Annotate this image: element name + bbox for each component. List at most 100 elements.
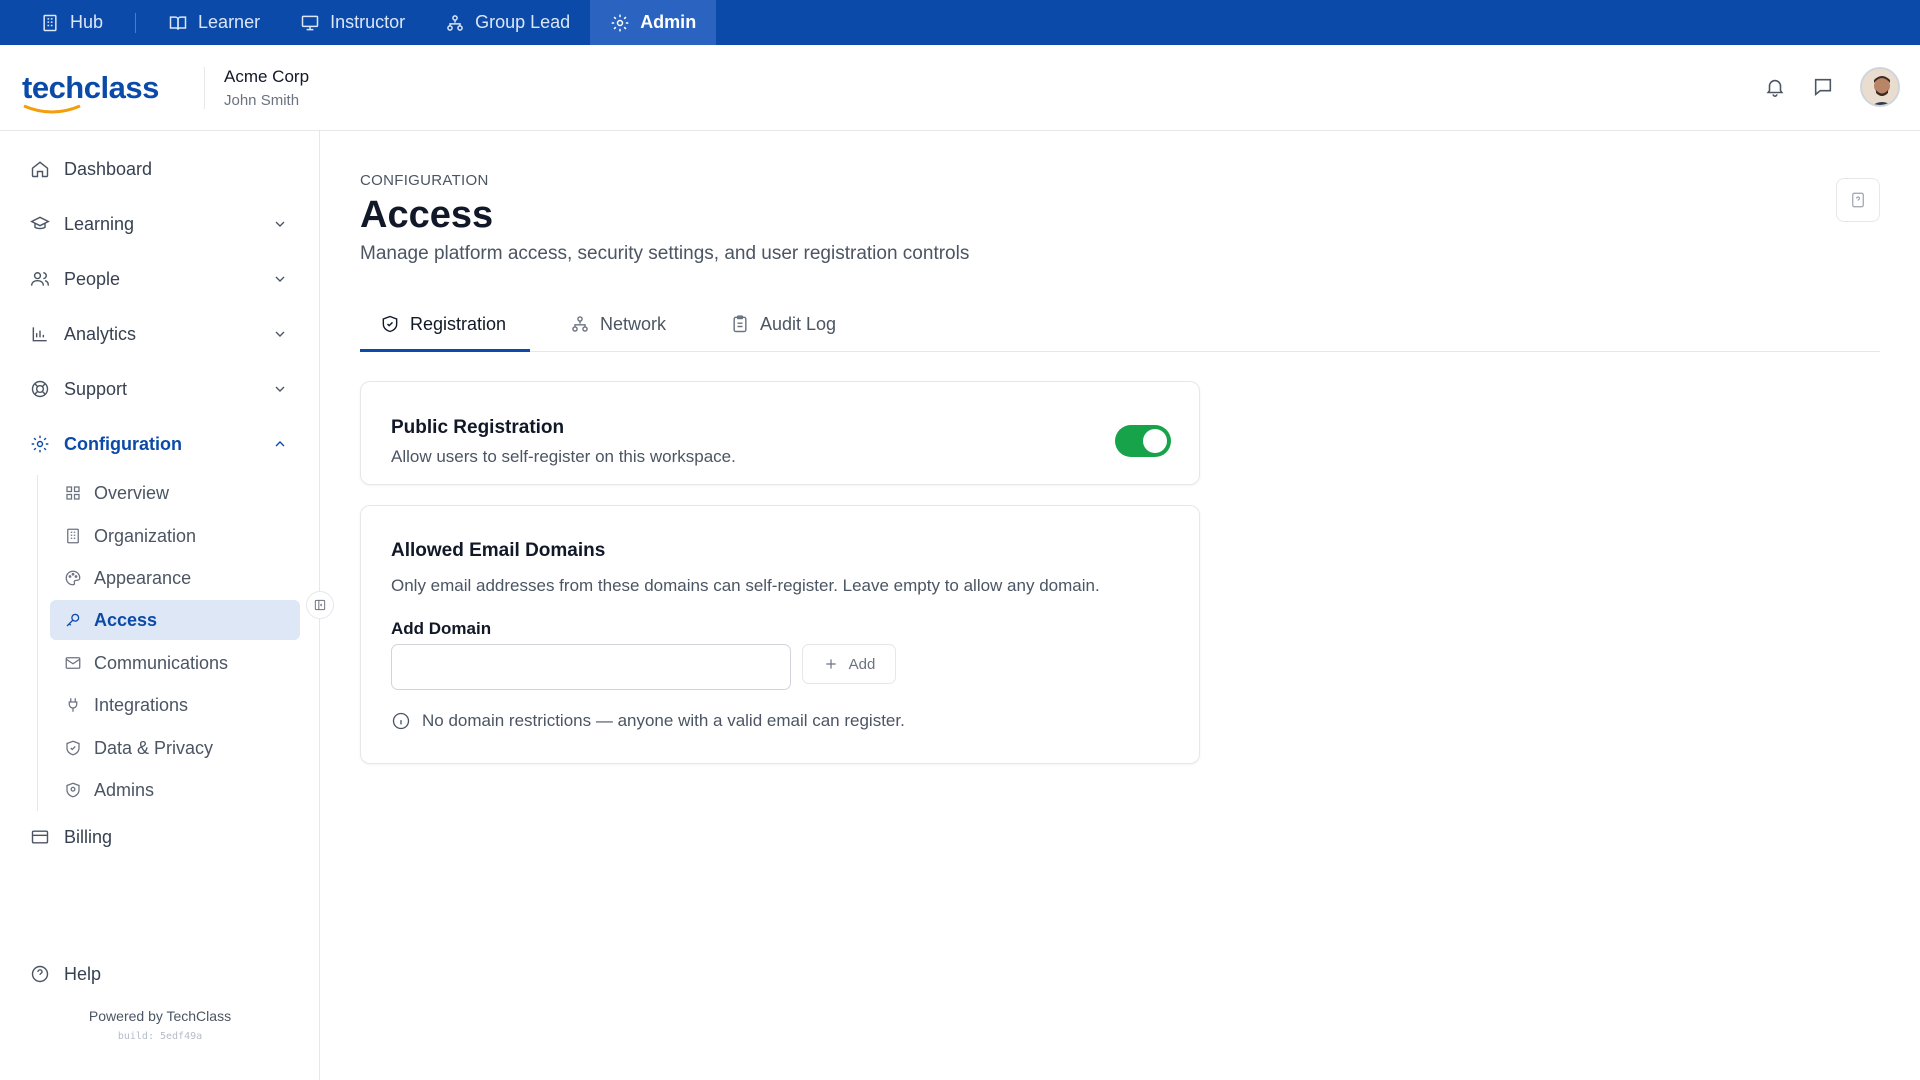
add-button-label: Add	[848, 655, 876, 673]
sidebar-item-label: Learning	[64, 213, 135, 234]
chevron-down-icon	[275, 276, 285, 282]
sidebar-subitem-label: Appearance	[94, 567, 192, 588]
gear-icon	[611, 14, 629, 31]
sidebar-item-label: Help	[64, 963, 102, 984]
notifications-button[interactable]	[1764, 76, 1786, 98]
logo-text: techclass	[22, 69, 159, 105]
card-description: Only email addresses from these domains …	[391, 576, 1100, 595]
sidebar-subitem-data-privacy[interactable]: Data & Privacy	[50, 728, 300, 768]
app-header: techclass Acme Corp John Smith	[0, 45, 1920, 131]
sidebar-item-label: Dashboard	[64, 158, 153, 179]
sidebar-item-dashboard[interactable]: Dashboard	[30, 151, 290, 187]
org-switcher[interactable]: Acme Corp John Smith	[224, 67, 309, 109]
presentation-icon	[301, 15, 319, 30]
card-description: Allow users to self-register on this wor…	[391, 447, 736, 466]
avatar[interactable]	[1860, 67, 1900, 107]
sidebar-subitem-overview[interactable]: Overview	[50, 473, 300, 513]
notice-text: No domain restrictions — anyone with a v…	[422, 711, 905, 730]
bar-chart-icon	[32, 327, 47, 342]
chevron-down-icon	[275, 331, 285, 337]
sidebar-item-people[interactable]: People	[30, 261, 290, 297]
active-tab-indicator	[360, 349, 530, 352]
book-open-icon	[169, 15, 187, 30]
plug-icon	[68, 698, 78, 712]
help-document-icon	[1852, 192, 1864, 208]
key-icon	[66, 613, 80, 627]
domain-input[interactable]	[391, 644, 791, 690]
page-help-button[interactable]	[1836, 178, 1880, 222]
building-icon	[67, 528, 79, 544]
add-domain-button[interactable]: Add	[802, 644, 896, 684]
sidebar-subitem-admins[interactable]: Admins	[50, 770, 300, 810]
sidebar-subitem-organization[interactable]: Organization	[50, 516, 300, 556]
tab-label: Audit Log	[760, 313, 837, 334]
collapse-sidebar-button[interactable]	[306, 591, 334, 619]
palette-icon	[65, 570, 81, 586]
divider	[204, 66, 205, 109]
tab-label: Network	[600, 313, 667, 334]
messages-button[interactable]	[1812, 76, 1834, 98]
public-registration-card: Public Registration Allow users to self-…	[360, 381, 1200, 485]
page-description: Manage platform access, security setting…	[360, 243, 970, 264]
message-square-icon	[1814, 78, 1832, 96]
sidebar-item-billing[interactable]: Billing	[30, 819, 290, 855]
shield-check-icon	[382, 315, 398, 333]
sidebar-item-configuration[interactable]: Configuration	[30, 426, 290, 462]
chevron-up-icon	[275, 441, 285, 447]
sidebar-subitem-label: Data & Privacy	[94, 737, 214, 758]
sidebar-collapse-icon	[314, 599, 326, 611]
org-name: Acme Corp	[224, 66, 310, 86]
info-icon	[392, 712, 410, 730]
role-tab-learner[interactable]: Learner	[148, 0, 280, 45]
chevron-down-icon	[275, 221, 285, 227]
grid-icon	[66, 486, 80, 500]
sidebar-subitem-integrations[interactable]: Integrations	[50, 685, 300, 725]
sidebar-subitem-label: Overview	[94, 482, 170, 503]
sidebar-subitem-label: Organization	[94, 525, 197, 546]
techclass-logo[interactable]: techclass	[22, 69, 160, 113]
section-eyebrow: CONFIGURATION	[360, 172, 489, 189]
lifebuoy-icon	[31, 380, 49, 398]
allowed-email-domains-card: Allowed Email Domains Only email address…	[360, 505, 1200, 764]
sidebar-item-analytics[interactable]: Analytics	[30, 316, 290, 352]
sidebar-item-label: Billing	[64, 826, 113, 847]
sidebar-item-help[interactable]: Help	[30, 956, 290, 992]
network-icon	[572, 316, 588, 332]
tab-audit-log[interactable]: Audit Log	[730, 296, 836, 352]
plus-icon	[825, 659, 836, 669]
tab-bar: Registration Network Audit Log	[360, 296, 1880, 352]
building-icon	[43, 14, 57, 31]
users-icon	[30, 272, 50, 286]
mail-icon	[65, 657, 81, 669]
tab-network[interactable]: Network	[570, 296, 666, 352]
role-tab-hub[interactable]: Hub	[0, 0, 123, 45]
network-icon	[447, 14, 463, 31]
public-registration-toggle[interactable]	[1115, 425, 1171, 457]
role-label: Learner	[198, 12, 261, 32]
tab-label: Registration	[410, 313, 507, 334]
sidebar-item-label: Support	[64, 378, 128, 399]
credit-card-icon	[31, 830, 49, 844]
logo-swoosh-icon	[23, 104, 81, 113]
sidebar-subitem-access[interactable]: Access	[50, 600, 300, 640]
home-icon	[31, 161, 49, 178]
sidebar-item-label: People	[64, 268, 121, 289]
sidebar-subitem-communications[interactable]: Communications	[50, 643, 300, 683]
gear-icon	[31, 435, 49, 453]
divider	[135, 12, 137, 33]
add-domain-label: Add Domain	[391, 619, 492, 638]
role-label: Admin	[640, 12, 697, 32]
role-label: Hub	[70, 12, 104, 32]
role-tab-admin[interactable]: Admin	[590, 0, 717, 45]
sidebar-subitem-appearance[interactable]: Appearance	[50, 558, 300, 598]
sidebar-item-support[interactable]: Support	[30, 371, 290, 407]
shield-icon	[66, 740, 80, 756]
powered-by-text: Powered by TechClass	[88, 1008, 232, 1024]
tab-registration[interactable]: Registration	[380, 296, 506, 352]
sidebar-item-learning[interactable]: Learning	[30, 206, 290, 242]
sidebar-subitem-label: Communications	[94, 652, 229, 673]
sidebar-item-label: Configuration	[64, 433, 182, 454]
sidebar-subitem-label: Admins	[94, 779, 155, 800]
role-tab-group-lead[interactable]: Group Lead	[425, 0, 590, 45]
role-tab-instructor[interactable]: Instructor	[280, 0, 425, 45]
